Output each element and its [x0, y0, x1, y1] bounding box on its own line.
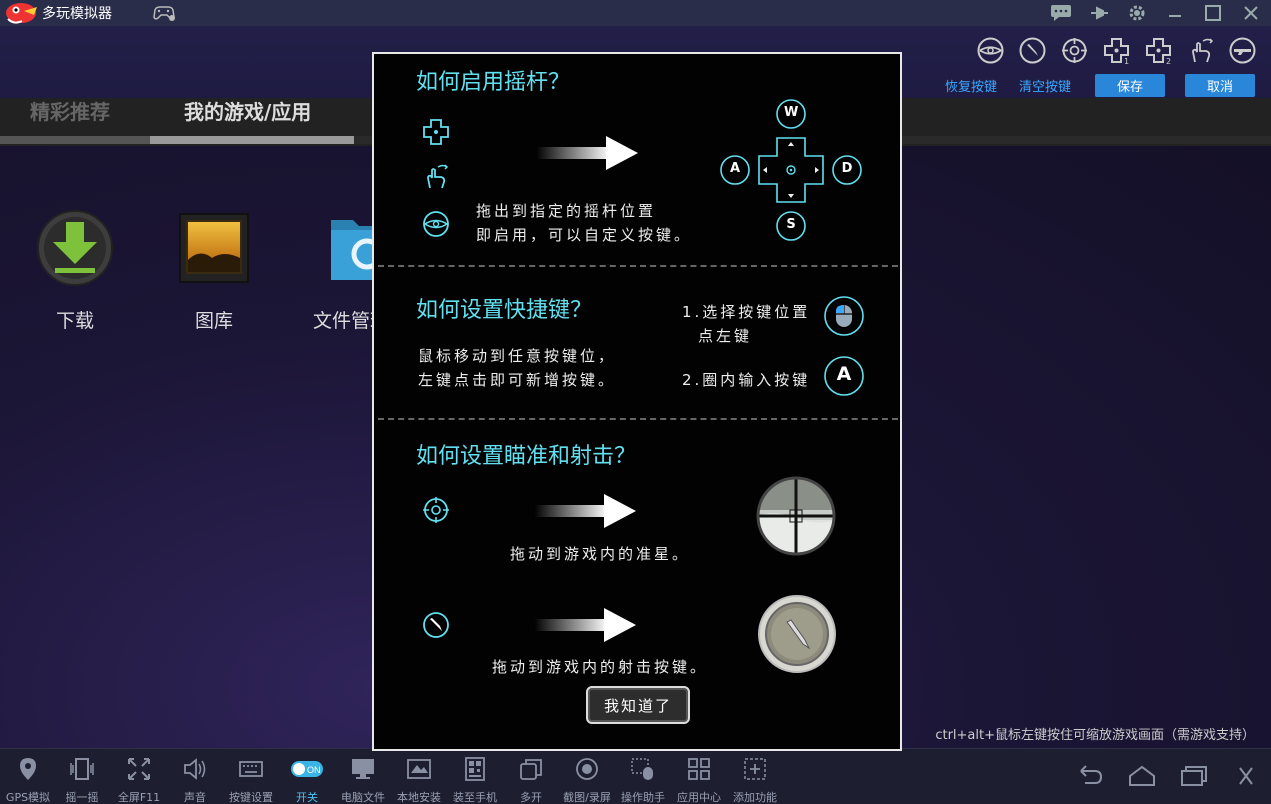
- app-title: 多玩模拟器: [42, 6, 112, 22]
- monitor-icon: [352, 759, 374, 779]
- shake-button[interactable]: 摇一摇: [54, 755, 110, 804]
- joystick-instruction-line2: 即启用，可以自定义按键。: [476, 226, 693, 244]
- back-icon[interactable]: [1075, 763, 1105, 789]
- feedback-icon[interactable]: [1049, 1, 1073, 25]
- shake-icon: [70, 758, 94, 780]
- bottom-toolbar: GPS模拟 摇一摇 全屏F11 声音 按键设置 ON 开关 电脑文件 本地安装 …: [0, 748, 1271, 804]
- gun-icon[interactable]: [1228, 36, 1257, 65]
- tab-my-apps[interactable]: 我的游戏/应用: [184, 98, 311, 125]
- crosshair-ring-icon[interactable]: [976, 36, 1005, 65]
- app-gallery[interactable]: 图库: [159, 208, 269, 333]
- dpad-2-icon[interactable]: 2: [1144, 36, 1173, 65]
- app-label: 下载: [55, 310, 94, 332]
- section-divider: [378, 418, 898, 420]
- app-center-button[interactable]: 应用中心: [671, 755, 727, 804]
- drag-arrow-icon: [534, 608, 636, 642]
- assistant-button[interactable]: 操作助手: [615, 755, 671, 804]
- joystick-key-down: S: [786, 217, 796, 232]
- shoot-instruction: 拖动到游戏内的射击按键。: [492, 658, 709, 676]
- swipe-icon[interactable]: [1186, 36, 1215, 65]
- app-download[interactable]: 下载: [20, 208, 130, 333]
- drag-arrow-icon: [536, 136, 638, 170]
- keyboard-icon: [239, 761, 263, 777]
- got-it-button[interactable]: 我知道了: [586, 686, 690, 724]
- location-icon: [20, 758, 36, 780]
- scope-preview-image: [756, 476, 836, 556]
- multi-window-icon: [520, 759, 542, 780]
- app-logo-icon: [6, 3, 37, 24]
- aim-instruction: 拖动到游戏内的准星。: [510, 545, 691, 563]
- bullet-icon[interactable]: [1018, 36, 1047, 65]
- restore-keys-button[interactable]: 恢复按键: [941, 76, 1001, 95]
- joystick-key-left: A: [729, 161, 741, 176]
- gamepad-icon[interactable]: [152, 4, 176, 22]
- add-feature-button[interactable]: 添加功能: [727, 755, 783, 804]
- fullscreen-icon: [128, 758, 150, 780]
- toggle-switch[interactable]: ON 开关: [279, 755, 335, 804]
- home-icon[interactable]: [1127, 763, 1157, 789]
- multi-open-button[interactable]: 多开: [503, 755, 559, 804]
- volume-icon: [184, 758, 206, 780]
- save-button[interactable]: 保存: [1095, 74, 1165, 97]
- joystick-instruction-line1: 拖出到指定的摇杆位置: [476, 202, 657, 220]
- install-to-phone-button[interactable]: 装至手机: [447, 755, 503, 804]
- close-icon[interactable]: [1239, 1, 1263, 25]
- hotkey-instruction-line2: 左键点击即可新增按键。: [418, 371, 617, 389]
- hotkey-step2: 2.圈内输入按键: [682, 371, 811, 389]
- app-center-icon: [688, 758, 710, 780]
- key-settings-button[interactable]: 按键设置: [223, 755, 279, 804]
- aim-icon: [423, 497, 449, 523]
- record-icon: [576, 758, 598, 780]
- pc-files-button[interactable]: 电脑文件: [335, 755, 391, 804]
- hotkey-step1-sub: 点左键: [698, 327, 753, 345]
- drag-arrow-icon: [534, 494, 636, 528]
- aim-icon[interactable]: [1060, 36, 1089, 65]
- add-feature-icon: [744, 758, 766, 780]
- hotkey-step1: 1.选择按键位置: [682, 303, 811, 321]
- bullet-icon: [423, 612, 449, 638]
- gallery-icon: [179, 213, 249, 283]
- pin-icon[interactable]: [1087, 1, 1111, 25]
- app-label: 图库: [194, 310, 233, 332]
- tab-recommend[interactable]: 精彩推荐: [30, 98, 110, 125]
- swipe-icon: [427, 164, 449, 189]
- settings-gear-icon[interactable]: [1125, 1, 1149, 25]
- key-mapping-help-dialog: 如何启用摇杆？ W A D S 拖出到指定的摇杆位置 即启用，可以自定义按键。 …: [372, 52, 902, 751]
- fullscreen-button[interactable]: 全屏F11: [111, 755, 167, 804]
- title-bar: 多玩模拟器: [0, 0, 1271, 26]
- key-example-label: A: [836, 363, 852, 385]
- assistant-icon: [631, 758, 653, 780]
- recent-apps-icon[interactable]: [1179, 763, 1209, 789]
- more-icon[interactable]: [1231, 763, 1261, 789]
- local-install-button[interactable]: 本地安装: [391, 755, 447, 804]
- svg-text:ON: ON: [307, 765, 321, 775]
- zoom-hint: ctrl+alt+鼠标左键按住可缩放游戏画面（需游戏支持）: [935, 728, 1255, 743]
- clear-keys-button[interactable]: 清空按键: [1015, 76, 1075, 95]
- maximize-icon[interactable]: [1201, 1, 1225, 25]
- joystick-section-title: 如何启用摇杆？: [416, 70, 571, 95]
- hotkey-instruction-line1: 鼠标移动到任意按键位，: [418, 347, 617, 365]
- screenshot-record-button[interactable]: 截图/录屏: [559, 755, 615, 804]
- volume-button[interactable]: 声音: [167, 755, 223, 804]
- svg-text:1: 1: [1124, 57, 1129, 65]
- svg-text:2: 2: [1166, 57, 1171, 65]
- crosshair-ring-icon: [423, 211, 449, 237]
- aim-shoot-section-title: 如何设置瞄准和射击？: [416, 444, 637, 469]
- qr-icon: [465, 757, 485, 781]
- gps-button[interactable]: GPS模拟: [0, 755, 56, 804]
- dpad-icon: [423, 119, 449, 145]
- fire-button-preview: [758, 595, 836, 673]
- dpad-1-icon[interactable]: 1: [1102, 36, 1131, 65]
- toggle-icon: ON: [291, 761, 323, 777]
- joystick-key-up: W: [784, 105, 799, 120]
- minimize-icon[interactable]: [1163, 1, 1187, 25]
- download-icon: [37, 210, 113, 286]
- hotkey-section-title: 如何设置快捷键？: [416, 298, 593, 323]
- mouse-left-click-icon: [824, 296, 864, 336]
- apk-icon: [407, 759, 431, 779]
- joystick-key-right: D: [841, 161, 853, 176]
- cancel-button[interactable]: 取消: [1185, 74, 1255, 97]
- section-divider: [378, 265, 898, 267]
